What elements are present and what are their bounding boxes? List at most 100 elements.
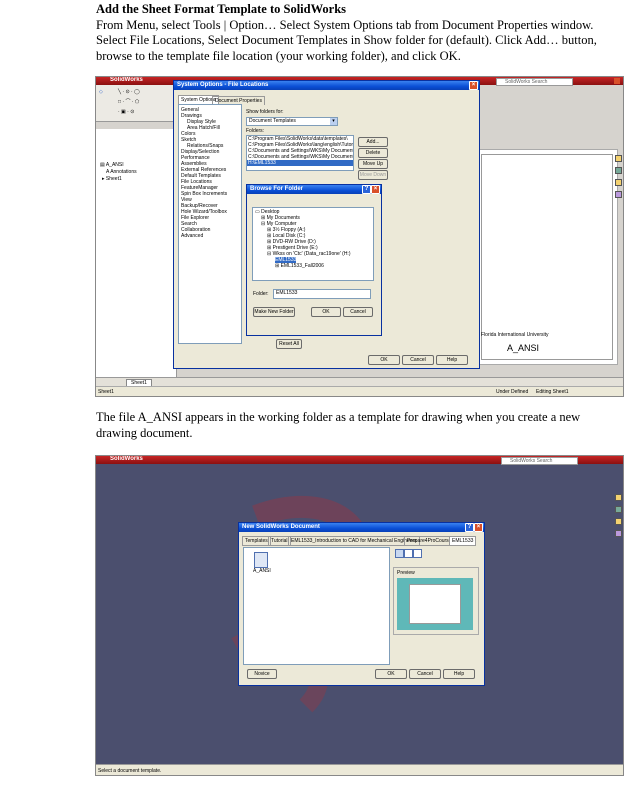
folder-input-value: EML1533 [276,290,298,296]
cancel-button[interactable]: Cancel [409,669,441,679]
chevron-down-icon[interactable]: ▾ [330,118,337,125]
design-library-icon[interactable] [615,506,622,513]
design-library-icon[interactable] [615,167,622,174]
file-explorer-icon[interactable] [615,179,622,186]
search-placeholder: SolidWorks Search [505,79,548,85]
home-icon[interactable] [615,155,622,162]
move-up-button[interactable]: Move Up [358,159,388,169]
dialog-title-bar: System Options - File Locations × [174,81,479,90]
sheet-name-text: A_ANSI [507,343,540,353]
status-editing: Editing Sheet1 [536,389,569,395]
line-icon[interactable]: ╲ · ⊙ · ◯ [118,89,140,95]
status-text: Select a document template. [98,768,162,774]
screenshot-new-document: SolidWorks SolidWorks Search Select a do… [95,455,624,776]
tree-item-drawing[interactable]: ▤ A_ANSI [100,162,124,168]
task-pane-tabs [614,153,622,213]
preview-sheet [409,584,461,624]
help-button[interactable]: Help [443,669,475,679]
dialog-title: System Options - File Locations [177,82,269,88]
show-folders-value: Document Templates [249,118,296,124]
folder-entry-selected[interactable]: H:\EML1533 [247,160,353,166]
home-icon[interactable] [615,494,622,501]
tree-item-sheet[interactable]: ▸ Sheet1 [102,176,122,182]
preview-label: Preview [397,570,415,576]
instructions-text: From Menu, select Tools | Option… Select… [96,17,597,63]
browse-folder-dialog: Browse For Folder ? × ▭ Desktop ⊞ My Doc… [246,184,382,336]
template-file-name[interactable]: A_ANSI [252,568,272,574]
list-view-icon[interactable] [404,549,413,558]
show-folders-select[interactable]: Document Templates ▾ [246,117,338,126]
tab-templates[interactable]: Templates [242,536,271,546]
add-button[interactable]: Add... [358,137,388,147]
make-new-folder-button[interactable]: Make New Folder [253,307,295,317]
tree-label: EML1533_Fall2006 [280,263,324,269]
task-pane-tabs [614,492,622,552]
drawing-sheet: Florida International University A_ANSI [476,149,618,365]
screenshot-file-locations: SolidWorks SolidWorks Search ◇ ╲ · ⊙ · ◯… [95,76,624,397]
status-left: Sheet1 [98,389,114,395]
tree-item-label: A_ANSI [105,162,124,168]
search-input[interactable]: SolidWorks Search [496,78,573,86]
template-list: A_ANSI [243,547,390,665]
search-input[interactable]: SolidWorks Search [501,457,578,465]
status-defined: Under Defined [496,389,529,395]
help-icon[interactable]: ? [465,523,474,532]
category-entries: General Drawings Display Style Area Hatc… [179,105,241,239]
novice-button[interactable]: Novice [247,669,277,679]
status-bar: Select a document template. [96,764,623,775]
feature-tree-panel: ▤ A_ANSI A Annotations ▸ Sheet1 [96,129,177,379]
point-icon[interactable]: · ▣ · ⊙ [118,109,134,115]
instructions-block: Add the Sheet Format Template to SolidWo… [96,2,616,64]
ok-button[interactable]: OK [368,355,400,365]
help-icon[interactable]: ? [362,185,371,194]
cancel-button[interactable]: Cancel [402,355,434,365]
preview-panel: Preview [393,567,479,635]
tree-item-label: Annotations [110,169,137,175]
drawing-file-icon[interactable] [254,552,268,568]
search-placeholder: SolidWorks Search [510,458,553,464]
browse-title: Browse For Folder [250,186,304,192]
move-down-button[interactable]: Move Down [358,170,388,180]
browse-ok-button[interactable]: OK [311,307,341,317]
preview-image [397,578,473,630]
file-explorer-icon[interactable] [615,518,622,525]
reset-all-button[interactable]: Reset All [276,339,302,349]
smart-dimension-icon[interactable]: ◇ [99,89,103,95]
folders-label: Folders: [246,128,265,134]
system-options-dialog: System Options - File Locations × System… [173,80,480,369]
help-button[interactable]: Help [436,355,468,365]
delete-button[interactable]: Delete [358,148,388,158]
app-close-icon[interactable] [614,78,620,84]
tree-eml1533-fall[interactable]: ⊞ EML1533_Fall2006 [253,263,373,269]
large-icons-icon[interactable] [395,549,404,558]
folders-list: C:\Program Files\SolidWorks\data\templat… [246,135,354,171]
dialog-close-icon[interactable]: × [474,523,483,532]
section-heading: Add the Sheet Format Template to SolidWo… [96,2,347,16]
rectangle-icon[interactable]: □ · ⌒ · ⬠ [118,99,139,105]
folder-tree: ▭ Desktop ⊞ My Documents ⊟ My Computer ⊞… [252,207,374,281]
folder-input[interactable]: EML1533 [273,289,371,299]
sheet-university-text: Florida International University [481,332,549,338]
tree-desktop[interactable]: ▭ Desktop [253,208,373,215]
tree-item-annotations[interactable]: A Annotations [106,169,137,175]
view-palette-icon[interactable] [615,191,622,198]
tab-prepare4procourse[interactable]: Prepare4ProCourse [404,536,455,546]
view-palette-icon[interactable] [615,530,622,537]
details-view-icon[interactable] [413,549,422,558]
tab-eml1533[interactable]: EML1533 [449,536,477,546]
tab-eml1533-intro[interactable]: EML1533_Introduction to CAD for Mechanic… [288,536,420,546]
browse-title-bar: Browse For Folder ? × [247,185,381,194]
dialog-title-bar: New SolidWorks Document ? × [239,523,484,532]
status-bar: Sheet1 Under Defined Editing Sheet1 [96,386,623,396]
dialog-close-icon[interactable]: × [469,81,478,90]
new-document-dialog: New SolidWorks Document ? × Templates Tu… [238,522,485,686]
category-item[interactable]: Advanced [181,233,240,239]
ok-button[interactable]: OK [375,669,407,679]
folder-label: Folder: [253,291,269,297]
browse-cancel-button[interactable]: Cancel [343,307,373,317]
show-folders-label: Show folders for: [246,109,284,115]
browse-close-icon[interactable]: × [371,185,380,194]
command-toolbar: ◇ ╲ · ⊙ · ◯ □ · ⌒ · ⬠ · ▣ · ⊙ [96,85,176,122]
solidworks-title-bar: SolidWorks SolidWorks Search [96,456,623,465]
category-list: General Drawings Display Style Area Hatc… [178,104,242,344]
